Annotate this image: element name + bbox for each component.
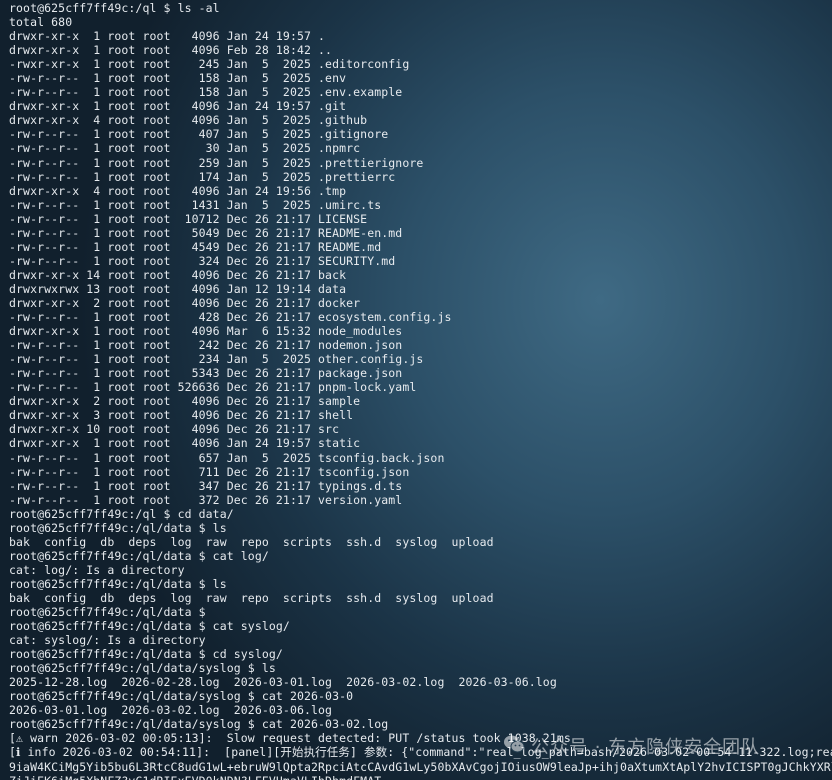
terminal-line: cat: syslog/: Is a directory bbox=[9, 633, 206, 648]
terminal-line: root@625cff7ff49c:/ql/data $ cd syslog/ bbox=[9, 647, 283, 662]
terminal-line: drwxr-xr-x 1 root root 4096 Jan 24 19:57… bbox=[9, 99, 347, 114]
terminal-line: -rw-r--r-- 1 root root 428 Dec 26 21:17 … bbox=[9, 310, 452, 325]
terminal-line: -rw-r--r-- 1 root root 234 Jan 5 2025 ot… bbox=[9, 352, 424, 367]
terminal-line: bak config db deps log raw repo scripts … bbox=[9, 534, 494, 549]
terminal-line: drwxr-xr-x 1 root root 4096 Jan 24 19:57… bbox=[9, 29, 326, 44]
watermark-text: 公众号 · 东方隐侠安全团队 bbox=[531, 737, 761, 758]
terminal-line: -rw-r--r-- 1 root root 259 Jan 5 2025 .p… bbox=[9, 155, 424, 170]
terminal-line: drwxr-xr-x 2 root root 4096 Dec 26 21:17… bbox=[9, 295, 361, 310]
terminal-line: drwxr-xr-x 3 root root 4096 Dec 26 21:17… bbox=[9, 408, 354, 423]
terminal-line: root@625cff7ff49c:/ql/data/syslog $ ls bbox=[9, 661, 276, 676]
terminal-line: -rw-r--r-- 1 root root 407 Jan 5 2025 .g… bbox=[9, 127, 389, 142]
terminal-line: -rw-r--r-- 1 root root 5049 Dec 26 21:17… bbox=[9, 225, 403, 240]
terminal-line: bak config db deps log raw repo scripts … bbox=[9, 590, 494, 605]
terminal-line: total 680 bbox=[9, 15, 73, 30]
terminal-line: -rw-r--r-- 1 root root 372 Dec 26 21:17 … bbox=[9, 492, 403, 507]
terminal-line: -rw-r--r-- 1 root root 5343 Dec 26 21:17… bbox=[9, 366, 403, 381]
terminal-line: 9iaW4KCiMg5Yib5bu6L3RtcC8udG1wL+ebruW9lQ… bbox=[9, 759, 832, 774]
terminal-line: drwxr-xr-x 10 root root 4096 Dec 26 21:1… bbox=[9, 422, 340, 437]
terminal-line: drwxr-xr-x 4 root root 4096 Jan 24 19:56… bbox=[9, 183, 347, 198]
terminal-line: -rw-r--r-- 1 root root 347 Dec 26 21:17 … bbox=[9, 478, 403, 493]
terminal-line: -rwxr-xr-x 1 root root 245 Jan 5 2025 .e… bbox=[9, 57, 410, 72]
terminal-line: -rw-r--r-- 1 root root 158 Jan 5 2025 .e… bbox=[9, 85, 403, 100]
terminal-line: root@625cff7ff49c:/ql/data $ ls bbox=[9, 520, 227, 535]
terminal-line: drwxr-xr-x 4 root root 4096 Jan 5 2025 .… bbox=[9, 113, 368, 128]
terminal-line: root@625cff7ff49c:/ql/data $ bbox=[9, 605, 206, 620]
terminal-line: root@625cff7ff49c:/ql/data/syslog $ cat … bbox=[9, 689, 354, 704]
terminal-line: ZiJiEK6iMq5XhNFZ?vC1dRIExEVD0kNDN?LFEVUm… bbox=[9, 774, 832, 780]
terminal-line: drwxr-xr-x 2 root root 4096 Dec 26 21:17… bbox=[9, 394, 361, 409]
terminal-line: root@625cff7ff49c:/ql/data $ cat syslog/ bbox=[9, 619, 290, 634]
wechat-icon bbox=[503, 734, 525, 758]
terminal-line: root@625cff7ff49c:/ql $ cd data/ bbox=[9, 506, 234, 521]
terminal-line: cat: log/: Is a directory bbox=[9, 562, 185, 577]
terminal-line: drwxr-xr-x 1 root root 4096 Mar 6 15:32 … bbox=[9, 324, 403, 339]
terminal-line: root@625cff7ff49c:/ql/data $ ls bbox=[9, 576, 227, 591]
terminal-line: root@625cff7ff49c:/ql $ ls -al bbox=[9, 1, 220, 15]
terminal-line: -rw-r--r-- 1 root root 711 Dec 26 21:17 … bbox=[9, 464, 410, 479]
terminal-line: drwxrwxrwx 13 root root 4096 Jan 12 19:1… bbox=[9, 281, 347, 296]
terminal-line: -rw-r--r-- 1 root root 526636 Dec 26 21:… bbox=[9, 380, 417, 395]
terminal-line: drwxr-xr-x 1 root root 4096 Jan 24 19:57… bbox=[9, 436, 361, 451]
terminal-line: -rw-r--r-- 1 root root 4549 Dec 26 21:17… bbox=[9, 239, 382, 254]
terminal-line: 2026-03-01.log 2026-03-02.log 2026-03-06… bbox=[9, 703, 333, 718]
terminal-line: -rw-r--r-- 1 root root 174 Jan 5 2025 .p… bbox=[9, 169, 396, 184]
watermark: 公众号 · 东方隐侠安全团队 bbox=[503, 734, 760, 758]
terminal-line: root@625cff7ff49c:/ql/data/syslog $ cat … bbox=[9, 717, 389, 732]
terminal-line: -rw-r--r-- 1 root root 10712 Dec 26 21:1… bbox=[9, 211, 368, 226]
terminal-line: -rw-r--r-- 1 root root 1431 Jan 5 2025 .… bbox=[9, 197, 382, 212]
terminal-line: -rw-r--r-- 1 root root 657 Jan 5 2025 ts… bbox=[9, 450, 445, 465]
terminal-line: -rw-r--r-- 1 root root 30 Jan 5 2025 .np… bbox=[9, 141, 361, 156]
terminal-line: drwxr-xr-x 1 root root 4096 Feb 28 18:42… bbox=[9, 43, 333, 58]
terminal-line: root@625cff7ff49c:/ql/data $ cat log/ bbox=[9, 548, 269, 563]
terminal-line: 2025-12-28.log 2026-02-28.log 2026-03-01… bbox=[9, 675, 557, 690]
terminal-line: drwxr-xr-x 14 root root 4096 Dec 26 21:1… bbox=[9, 267, 347, 282]
terminal-line: -rw-r--r-- 1 root root 324 Dec 26 21:17 … bbox=[9, 253, 396, 268]
terminal-output[interactable]: root@625cff7ff49c:/ql $ ls -al total 680 d… bbox=[0, 0, 832, 780]
terminal-line: -rw-r--r-- 1 root root 242 Dec 26 21:17 … bbox=[9, 338, 403, 353]
terminal-line: -rw-r--r-- 1 root root 158 Jan 5 2025 .e… bbox=[9, 71, 347, 86]
